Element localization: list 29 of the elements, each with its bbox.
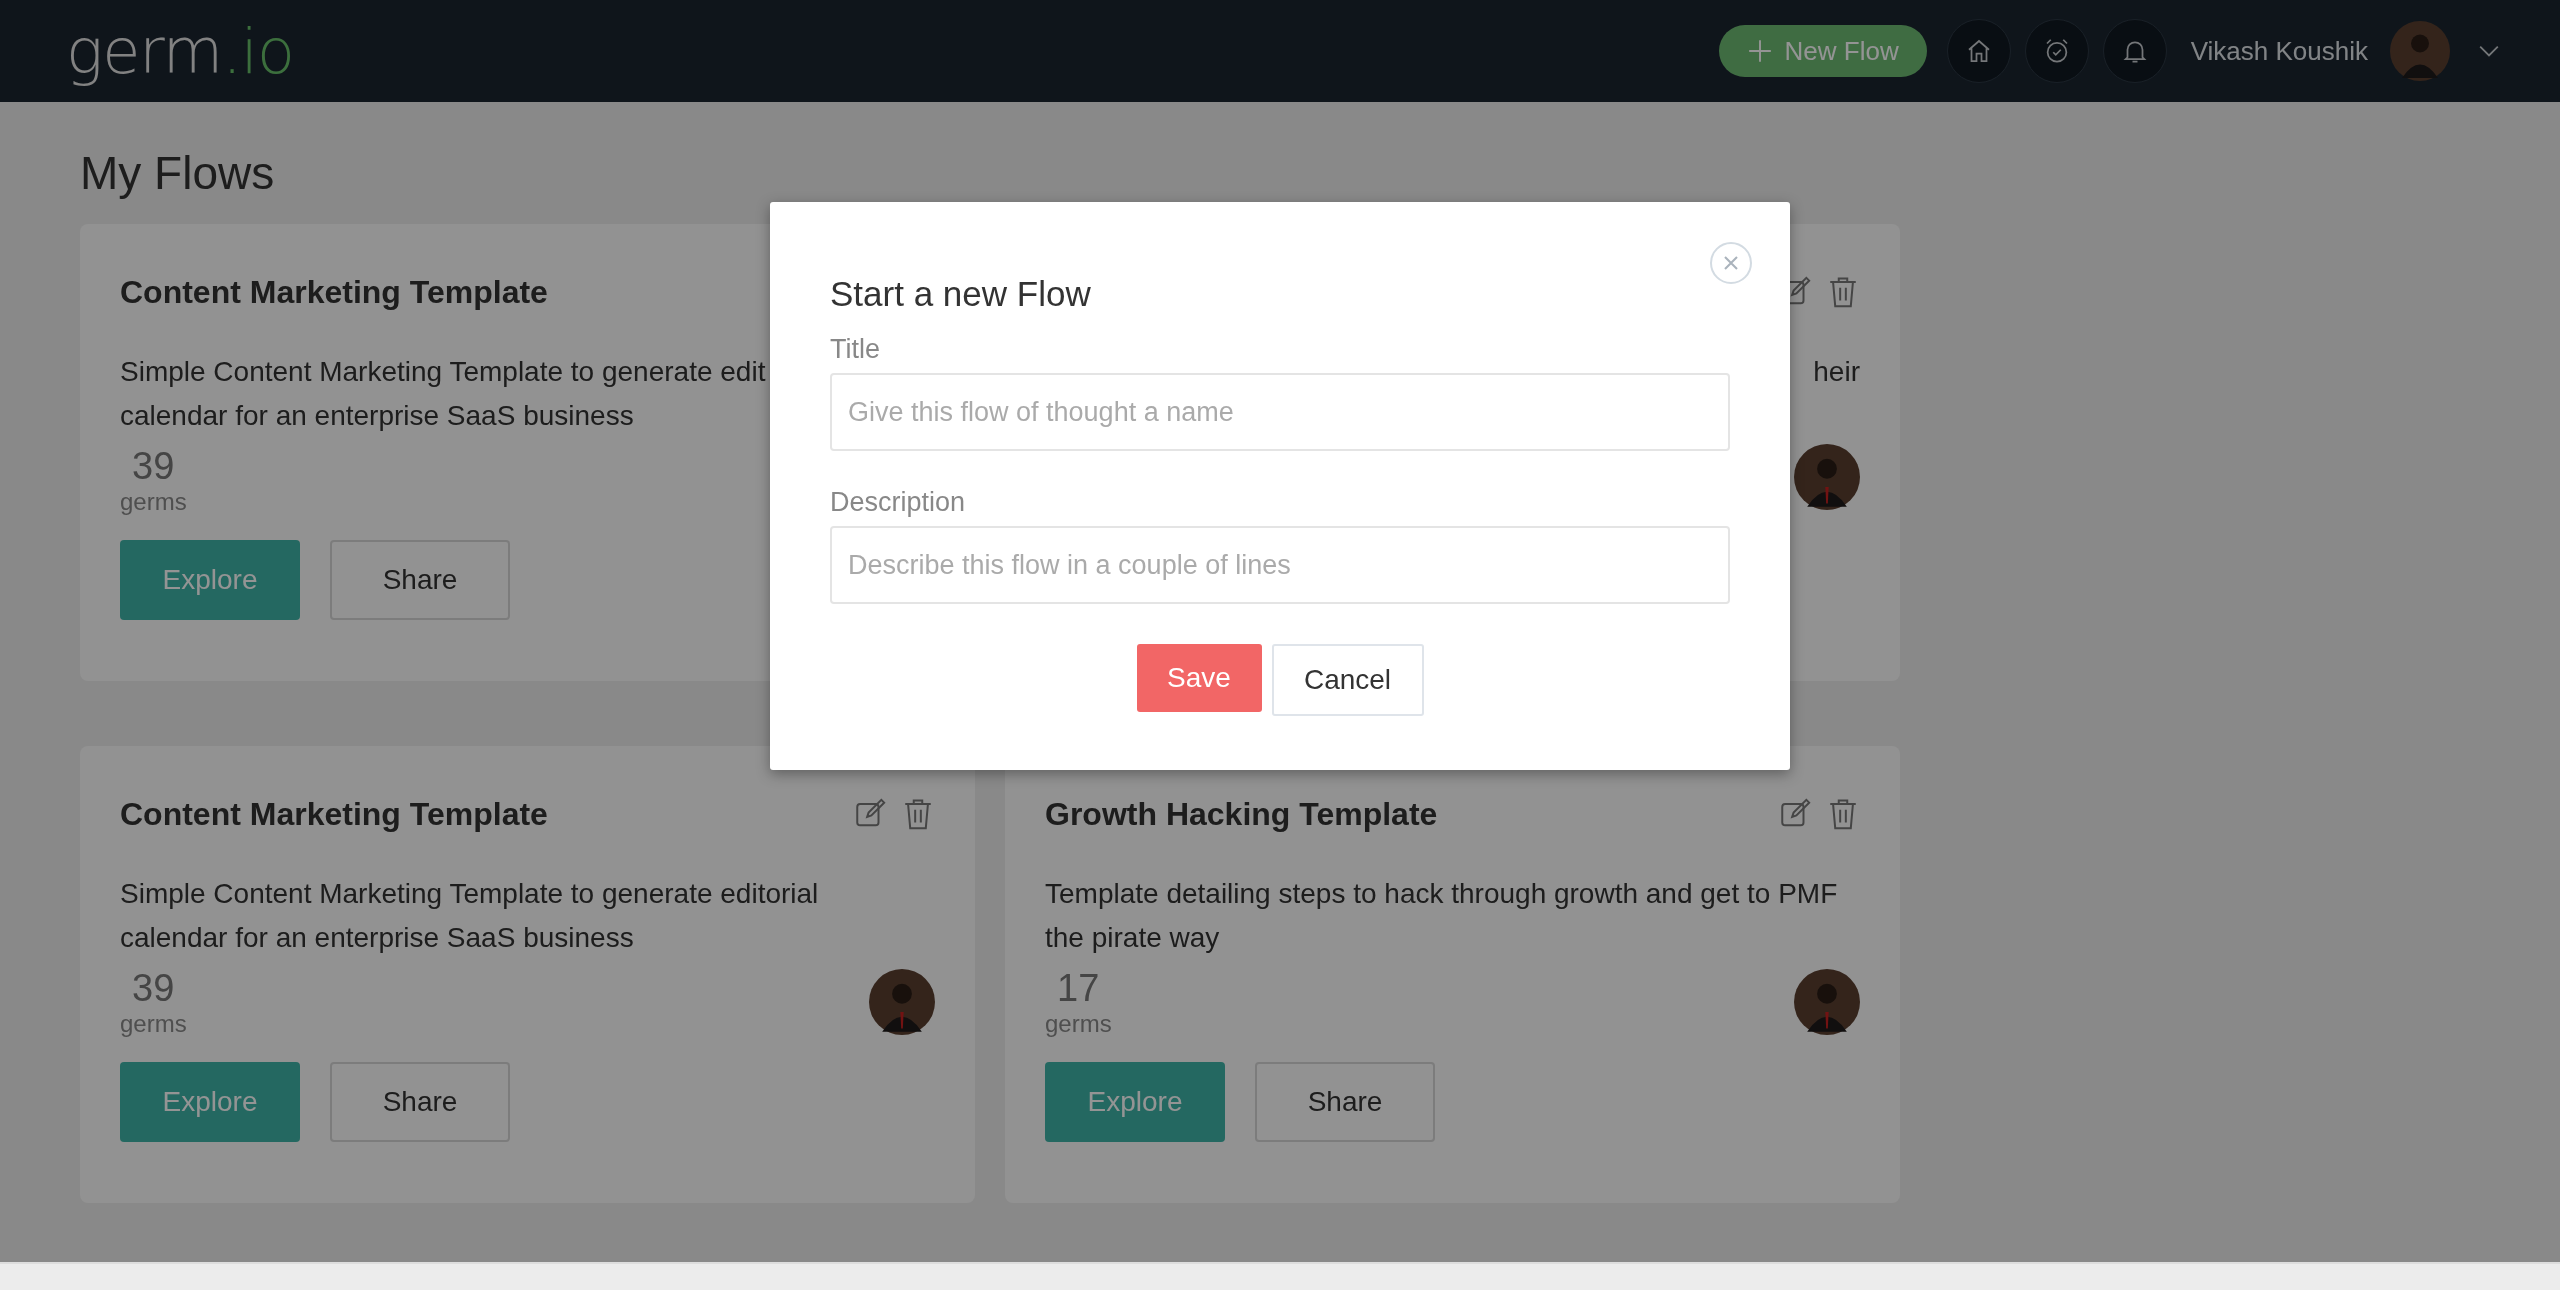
share-button[interactable]: Share xyxy=(1255,1062,1435,1142)
card-description: heir xyxy=(1813,356,1860,387)
card-title: Content Marketing Template xyxy=(120,273,548,311)
germ-count-label: germs xyxy=(120,1010,187,1038)
germ-count: 17 xyxy=(1057,966,1100,1010)
cancel-button[interactable]: Cancel xyxy=(1271,644,1424,716)
close-icon[interactable] xyxy=(1710,242,1752,284)
input-field[interactable]: Give this flow of thought a name xyxy=(830,373,1730,451)
germ-count-label: germs xyxy=(120,488,187,516)
card-description: Simple Content Marketing Template to generate edit calendar for an enterprise SaaS business xyxy=(120,356,766,431)
share-button[interactable]: Share xyxy=(330,540,510,620)
dialog-title: Start a new Flow xyxy=(830,274,1092,314)
user-name[interactable]: Vikash Koushik xyxy=(2190,35,2368,67)
plus-icon xyxy=(1746,38,1773,64)
germ-count-label: germs xyxy=(1045,1010,1112,1038)
card-title: Growth Hacking Template xyxy=(1045,795,1438,833)
field-label: Title xyxy=(830,334,881,365)
logo[interactable]: germ.io xyxy=(66,14,295,88)
field-label: Description xyxy=(830,487,967,518)
input-field[interactable]: Describe this flow in a couple of lines xyxy=(830,526,1730,604)
germ-count: 39 xyxy=(132,966,175,1010)
card-description: Simple Content Marketing Template to generate editorial calendar for an enterprise SaaS business xyxy=(120,878,819,953)
page-title: My Flows xyxy=(80,146,276,200)
chevron-down-icon[interactable] xyxy=(2478,44,2500,58)
card-title: Content Marketing Template xyxy=(120,795,548,833)
save-button[interactable]: Save xyxy=(1136,644,1262,712)
germ-count: 39 xyxy=(132,444,175,488)
card-description: Template detailing steps to hack through growth and get to PMF the pirate way xyxy=(1045,878,1838,953)
share-button[interactable]: Share xyxy=(330,1062,510,1142)
